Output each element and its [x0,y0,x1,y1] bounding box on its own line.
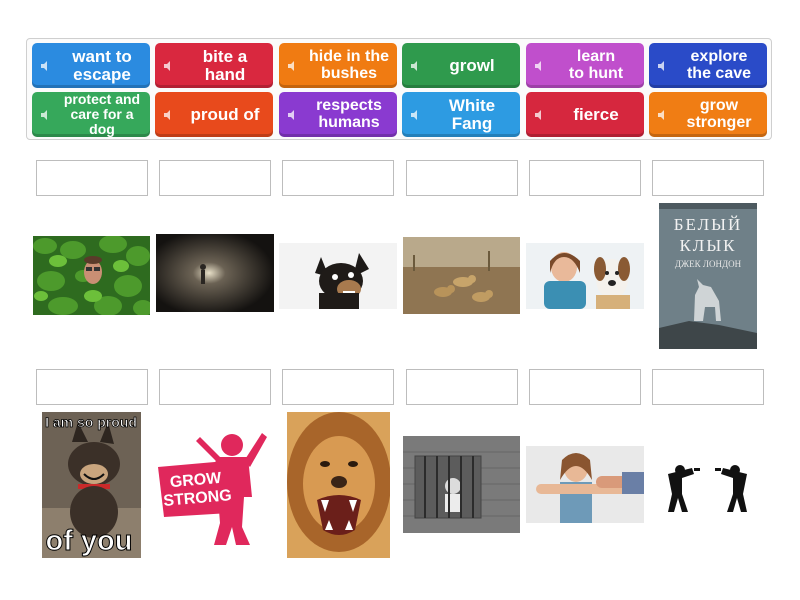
image-lion-cubs-hunting [403,237,520,314]
image-vet-with-dog [526,243,644,309]
drop-slot-11[interactable] [529,369,641,405]
tile-fierce[interactable]: fierce [526,92,644,137]
drop-slot-5[interactable] [529,160,641,196]
tile-label: protect and care for a dog [63,91,141,137]
image-grow-strong-figure: GROW STRONG [156,427,268,547]
image-bowing-silhouettes [658,456,757,512]
meme-bottom-text: of you [46,525,133,557]
speaker-icon[interactable] [40,109,52,121]
tile-label: fierce [573,104,619,124]
drop-slot-6[interactable] [652,160,764,196]
drop-slot-10[interactable] [406,369,518,405]
tile-label: White Fang [448,95,496,133]
tile-label: proud of [190,104,260,124]
tile-protect-and-care-for-a-dog[interactable]: protect and care for a dog [32,92,150,137]
tile-label: want to escape [72,46,132,84]
tile-label: growl [449,55,495,75]
speaker-icon[interactable] [163,109,175,121]
speaker-icon[interactable] [287,60,299,72]
speaker-icon[interactable] [657,60,669,72]
tile-hide-in-the-bushes[interactable]: hide in the bushes [279,43,397,88]
drop-slot-1[interactable] [36,160,148,196]
speaker-icon[interactable] [657,109,669,121]
speaker-icon[interactable] [410,60,422,72]
tile-proud-of[interactable]: proud of [155,92,273,137]
speaker-icon[interactable] [287,109,299,121]
tile-label: respects humans [316,96,382,131]
speaker-icon[interactable] [410,109,422,121]
drop-slot-4[interactable] [406,160,518,196]
drop-slot-7[interactable] [36,369,148,405]
speaker-icon[interactable] [534,109,546,121]
image-white-fang-book-cover: БЕЛЫЙ КЛЫК ДЖЕК ЛОНДОН [659,203,757,349]
image-person-hiding-in-bushes [33,236,150,315]
image-growling-chihuahua [279,243,397,309]
tile-respects-humans[interactable]: respects humans [279,92,397,137]
drop-slot-2[interactable] [159,160,271,196]
tile-white-fang[interactable]: White Fang [402,92,520,137]
image-boy-behind-bars [403,436,520,533]
drop-slot-12[interactable] [652,369,764,405]
book-title-line2: КЛЫК [679,236,736,255]
image-cave-with-light [156,234,274,318]
book-author: ДЖЕК ЛОНДОН [675,259,742,269]
tile-growl[interactable]: growl [402,43,520,88]
drop-slot-8[interactable] [159,369,271,405]
tile-label: explore the cave [686,47,752,82]
tile-bite-a-hand[interactable]: bite a hand [155,43,273,88]
book-title-line1: БЕЛЫЙ [674,215,743,234]
drop-slot-3[interactable] [282,160,394,196]
image-proud-dog-meme: I am so proud of you [42,412,141,558]
speaker-icon[interactable] [163,60,175,72]
tile-grow-stronger[interactable]: grow stronger [649,92,767,137]
tile-label: grow stronger [686,96,752,131]
speaker-icon[interactable] [534,60,546,72]
tile-label: bite a hand [202,46,248,84]
image-arm-wrestling [526,446,644,523]
tile-label: learn to hunt [568,47,624,82]
meme-top-text: I am so proud [45,414,137,430]
tile-label: hide in the bushes [309,47,389,82]
speaker-icon[interactable] [40,60,52,72]
drop-slot-9[interactable] [282,369,394,405]
tile-learn-to-hunt[interactable]: learn to hunt [526,43,644,88]
tile-explore-the-cave[interactable]: explore the cave [649,43,767,88]
image-roaring-lion [287,412,390,558]
tile-want-to-escape[interactable]: want to escape [32,43,150,88]
